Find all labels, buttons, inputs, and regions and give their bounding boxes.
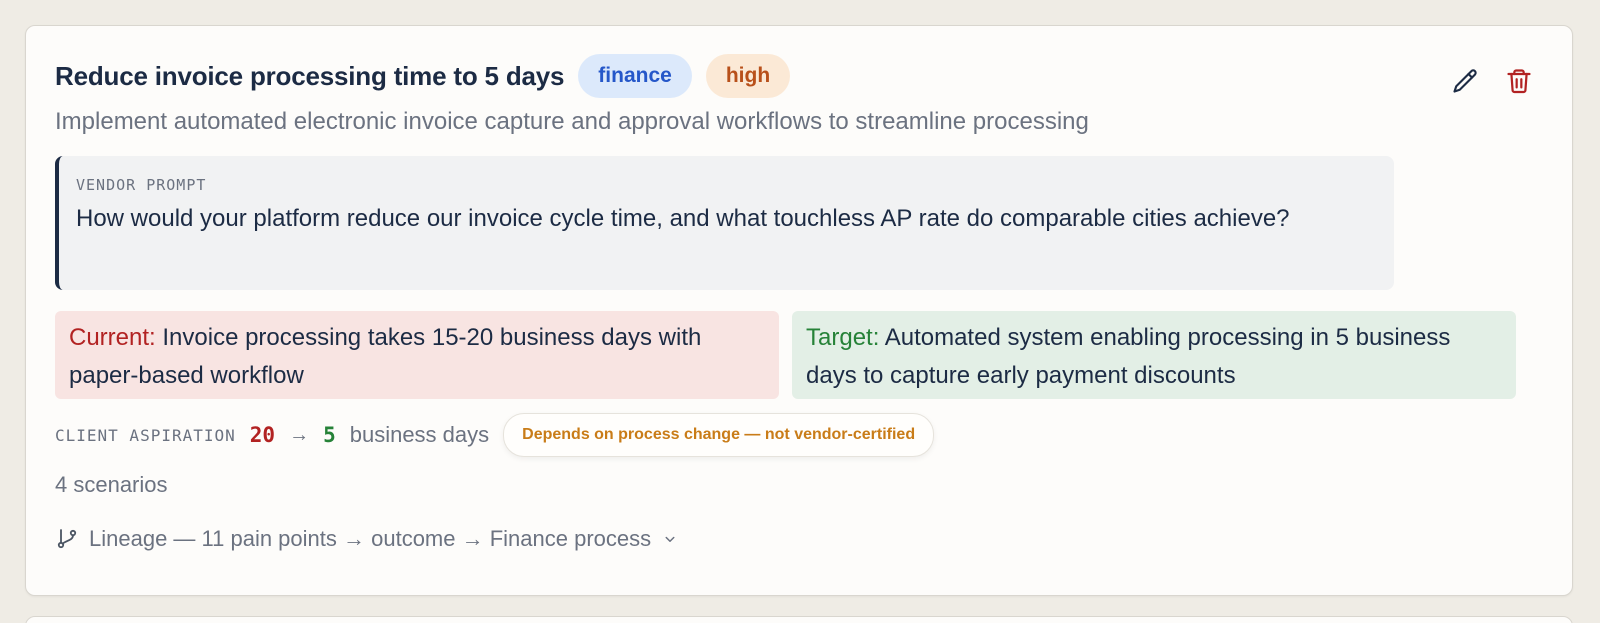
aspiration-to-value: 5 bbox=[323, 423, 336, 447]
aspiration-arrow: → bbox=[289, 423, 310, 446]
vendor-prompt-box: VENDOR PROMPT How would your platform re… bbox=[55, 156, 1394, 290]
priority-badge: high bbox=[705, 54, 791, 98]
pencil-icon bbox=[1453, 69, 1477, 93]
target-state-box: Target: Automated system enabling proces… bbox=[792, 311, 1516, 399]
client-aspiration-row: CLIENT ASPIRATION 20 → 5 business days D… bbox=[55, 413, 935, 457]
edit-button[interactable] bbox=[1448, 64, 1482, 98]
delete-button[interactable] bbox=[1502, 64, 1536, 98]
trash-icon bbox=[1507, 69, 1531, 94]
target-state-text: Automated system enabling processing in … bbox=[806, 324, 1451, 389]
current-state-text: Invoice processing takes 15-20 business … bbox=[69, 324, 702, 389]
git-branch-icon bbox=[57, 529, 77, 549]
target-state-label: Target: bbox=[806, 324, 880, 351]
aspiration-label: CLIENT ASPIRATION bbox=[55, 425, 236, 445]
state-row: Current: Invoice processing takes 15-20 … bbox=[55, 311, 1516, 399]
lineage-text: Lineage — 11 pain points → outcome → Fin… bbox=[89, 526, 652, 551]
aspiration-unit: business days bbox=[349, 422, 490, 447]
next-objective-card bbox=[25, 616, 1573, 623]
current-state-label: Current: bbox=[69, 324, 156, 351]
vendor-prompt-text: How would your platform reduce our invoi… bbox=[76, 205, 1290, 232]
page: Reduce invoice processing time to 5 days… bbox=[0, 0, 1600, 623]
aspiration-caveat-badge: Depends on process change — not vendor-c… bbox=[503, 413, 935, 457]
title-row: Reduce invoice processing time to 5 days… bbox=[55, 54, 791, 98]
scenarios-count: 4 scenarios bbox=[55, 472, 168, 497]
category-badge: finance bbox=[578, 54, 692, 98]
chevron-down-icon bbox=[665, 536, 675, 542]
aspiration-from-value: 20 bbox=[249, 423, 276, 447]
objective-card: Reduce invoice processing time to 5 days… bbox=[25, 25, 1573, 596]
current-state-box: Current: Invoice processing takes 15-20 … bbox=[55, 311, 779, 399]
vendor-prompt-label: VENDOR PROMPT bbox=[76, 176, 207, 194]
objective-description: Implement automated electronic invoice c… bbox=[55, 108, 1089, 135]
lineage-toggle[interactable]: Lineage — 11 pain points → outcome → Fin… bbox=[55, 526, 679, 552]
card-actions bbox=[1448, 64, 1536, 98]
objective-title: Reduce invoice processing time to 5 days bbox=[55, 60, 565, 91]
